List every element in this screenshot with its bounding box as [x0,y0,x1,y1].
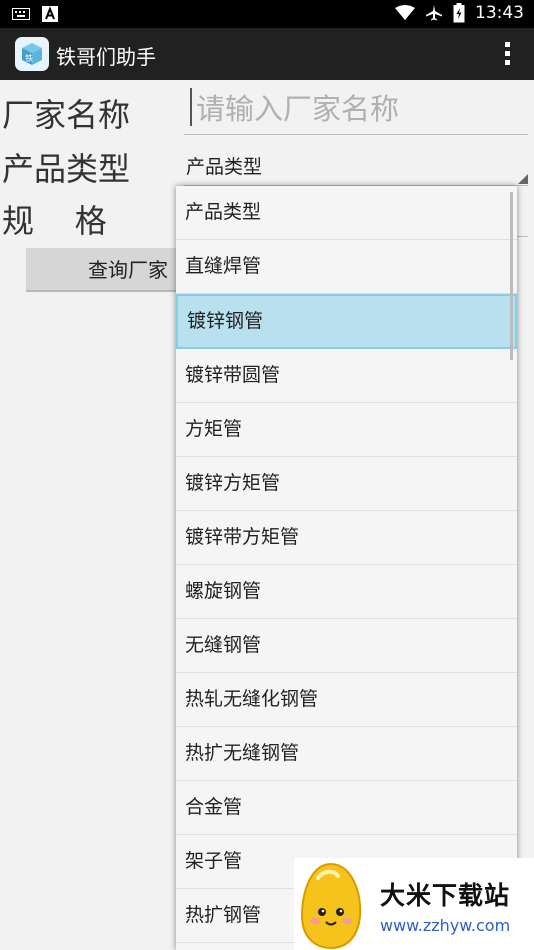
text-cursor [190,88,192,126]
keyboard-icon [12,8,30,20]
spec-label: 规 格 [2,202,107,240]
scrollbar-thumb[interactable] [510,192,513,360]
product-type-spinner[interactable]: 产品类型 [184,146,528,186]
status-time: 13:43 [475,3,524,23]
app-title: 铁哥们助手 [56,45,156,69]
watermark-title: 大米下载站 [380,881,511,910]
battery-icon [453,3,465,23]
product-type-dropdown: 产品类型 直缝焊管 镀锌钢管 镀锌带圆管 方矩管 镀锌方矩管 镀锌带方矩管 螺旋钢管 无缝钢管热… [176,186,517,950]
airplane-icon [426,5,442,21]
dropdown-item[interactable]: 无缝钢管 [176,619,517,673]
overflow-menu-icon[interactable] [504,42,512,66]
dropdown-arrow-icon [518,174,528,184]
watermark: 大米下载站 www.zzhyw.com [294,858,534,950]
dropdown-item[interactable]: 直缝焊管 [176,240,517,294]
status-bar: 13:43 [0,0,534,28]
svg-text:铁: 铁 [25,53,33,63]
manufacturer-input-container[interactable] [184,84,528,135]
dropdown-item[interactable]: 产品类型 [176,186,517,240]
watermark-url: www.zzhyw.com [380,916,511,935]
wifi-icon [395,5,415,20]
dropdown-item[interactable]: 镀锌带圆管 [176,349,517,403]
dropdown-item[interactable]: 镀锌带方矩管 [176,511,517,565]
dropdown-item[interactable]: 合金管 [176,781,517,835]
dropdown-item[interactable]: 镀锌钢管 [176,294,517,349]
dropdown-item[interactable]: 方矩管 [176,403,517,457]
dropdown-list: 产品类型 直缝焊管 镀锌钢管 镀锌带圆管 方矩管 镀锌方矩管 镀锌带方矩管 螺旋钢管 无缝钢管热… [176,186,517,943]
dropdown-item[interactable]: 热扩无缝钢管 [176,727,517,781]
manufacturer-label: 厂家名称 [2,96,131,134]
dropdown-item[interactable]: 螺旋钢管 [176,565,517,619]
a-notification-icon [42,6,58,22]
dropdown-item[interactable]: 热轧无缝化钢管 [176,673,517,727]
rice-mascot-logo [300,862,362,950]
dropdown-item[interactable]: 镀锌方矩管 [176,457,517,511]
action-bar: 铁 铁哥们助手 [0,28,534,80]
product-type-value: 产品类型 [186,156,263,178]
manufacturer-input[interactable] [194,88,518,130]
product-type-label: 产品类型 [2,150,131,188]
app-icon: 铁 [15,37,49,71]
